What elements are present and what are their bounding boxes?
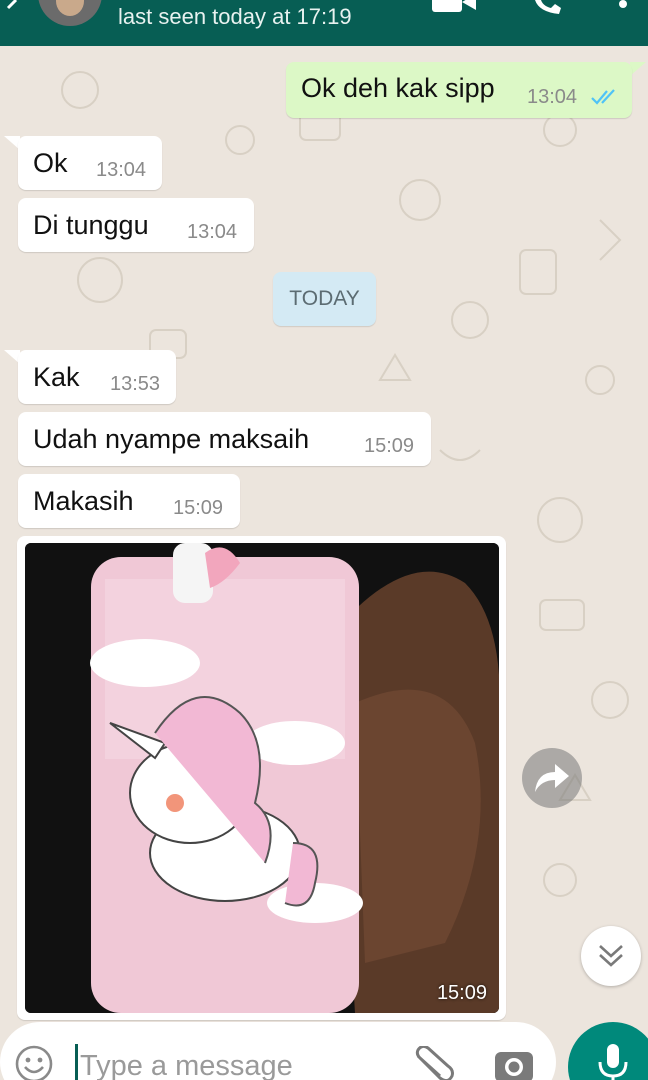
message-input[interactable] xyxy=(80,1046,380,1080)
image-message[interactable]: 15:09 xyxy=(17,536,506,1020)
message-time: 13:04 xyxy=(96,159,147,181)
message-text: Di tunggu xyxy=(33,210,149,240)
photo-unicorn-phone-case[interactable]: 15:09 xyxy=(25,543,499,1013)
double-check-icon xyxy=(591,89,615,105)
camera-icon[interactable] xyxy=(494,1048,534,1080)
video-call-icon[interactable] xyxy=(432,0,476,16)
mic-icon xyxy=(598,1044,628,1080)
date-divider: TODAY xyxy=(273,272,376,326)
menu-icon[interactable] xyxy=(616,0,630,16)
message-bubble-incoming[interactable]: Di tunggu 13:04 xyxy=(18,198,254,252)
bubble-tail xyxy=(630,62,646,76)
message-bubble-outgoing[interactable]: Ok deh kak sipp 13:04 xyxy=(286,62,632,118)
message-time: 15:09 xyxy=(173,497,224,519)
message-composer xyxy=(0,1022,556,1080)
message-bubble-incoming[interactable]: Makasih 15:09 xyxy=(18,474,240,528)
phone-icon[interactable] xyxy=(533,0,563,16)
message-text: Makasih xyxy=(33,486,134,516)
attach-icon[interactable] xyxy=(410,1046,456,1080)
message-bubble-incoming[interactable]: Kak 13:53 xyxy=(18,350,176,404)
message-time: 15:09 xyxy=(364,435,415,457)
message-bubble-incoming[interactable]: Udah nyampe maksaih 15:09 xyxy=(18,412,431,466)
message-text: Ok deh kak sipp xyxy=(301,73,495,103)
message-time: 13:53 xyxy=(110,373,161,395)
emoji-icon[interactable] xyxy=(14,1044,54,1080)
forward-button[interactable] xyxy=(522,748,582,808)
text-caret xyxy=(75,1044,78,1080)
scroll-to-bottom-button[interactable] xyxy=(581,926,641,986)
message-bubble-incoming[interactable]: Ok 13:04 xyxy=(18,136,162,190)
message-time: 13:04 xyxy=(187,221,238,243)
chat-header: last seen today at 17:19 xyxy=(0,0,648,46)
forward-icon xyxy=(535,764,569,792)
message-text: Kak xyxy=(33,362,80,392)
message-text: Udah nyampe maksaih xyxy=(33,424,310,454)
last-seen-status[interactable]: last seen today at 17:19 xyxy=(118,4,352,30)
back-arrow-icon[interactable] xyxy=(2,0,22,20)
message-text: Ok xyxy=(33,148,68,178)
chevron-double-down-icon xyxy=(599,945,623,967)
avatar[interactable] xyxy=(38,0,102,26)
message-time: 13:04 xyxy=(527,86,578,108)
image-time: 15:09 xyxy=(436,982,487,1004)
